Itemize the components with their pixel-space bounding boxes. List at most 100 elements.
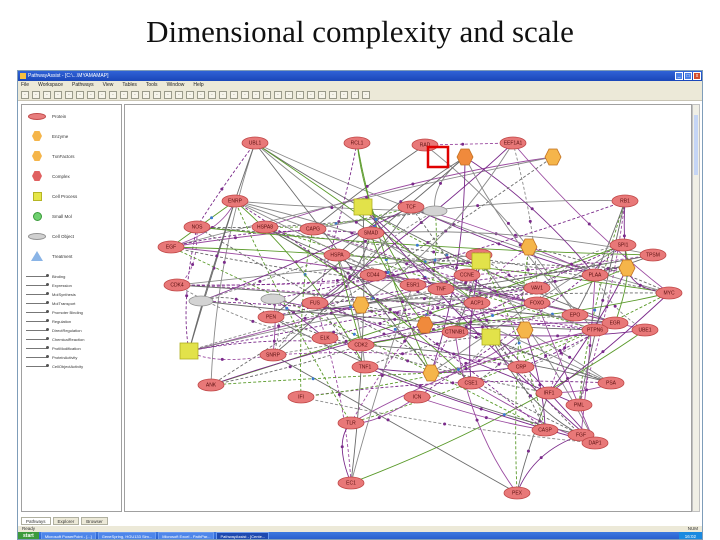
- scroll-thumb[interactable]: [694, 115, 698, 175]
- window-icon[interactable]: ·: [362, 90, 370, 99]
- relation-edge[interactable]: [185, 226, 198, 352]
- edge-marker: [528, 394, 532, 398]
- relation-edge[interactable]: [264, 156, 554, 228]
- relation-edge[interactable]: [490, 336, 582, 436]
- network-node-complex[interactable]: [456, 148, 474, 166]
- info-icon[interactable]: ·: [307, 90, 315, 99]
- zoom-in-icon[interactable]: ·: [120, 90, 128, 99]
- pathway-canvas[interactable]: UBL1 RCL1 RAD EEF1A1 ENRP TCF RB1 NOS HSPA8 CAPG S…: [124, 104, 692, 512]
- menu-window[interactable]: Window: [167, 81, 185, 89]
- paste-icon[interactable]: ·: [87, 90, 95, 99]
- close-button[interactable]: x: [693, 72, 701, 80]
- relation-edge[interactable]: [516, 434, 582, 494]
- options-icon[interactable]: ·: [351, 90, 359, 99]
- network-node-enzyme[interactable]: [520, 238, 538, 256]
- network-node-object[interactable]: [188, 295, 214, 307]
- forward-icon[interactable]: ·: [208, 90, 216, 99]
- taskbar-item-excel[interactable]: Microsoft Excel - PathPar...: [158, 532, 215, 539]
- relation-edge[interactable]: [516, 392, 550, 494]
- relation-edge[interactable]: [210, 142, 256, 386]
- node-label: CDK4: [170, 282, 184, 288]
- layout-icon[interactable]: ·: [153, 90, 161, 99]
- edge-marker: [464, 367, 468, 371]
- menu-view[interactable]: View: [103, 81, 114, 89]
- select-icon[interactable]: ·: [263, 90, 271, 99]
- relation-label: MolTransport: [52, 301, 76, 306]
- menu-file[interactable]: File: [21, 81, 29, 89]
- new-icon[interactable]: ·: [21, 90, 29, 99]
- relation-line: [26, 364, 49, 367]
- relation-label: Expression: [52, 283, 72, 288]
- menu-help[interactable]: Help: [193, 81, 203, 89]
- relation-label: ProtModification: [52, 346, 81, 351]
- tab-browser[interactable]: Browser: [81, 517, 108, 525]
- network-node-enzyme[interactable]: [352, 296, 370, 314]
- app-icon: [20, 73, 26, 79]
- hex-shape: [32, 131, 42, 141]
- pan-icon[interactable]: ·: [274, 90, 282, 99]
- filter-icon[interactable]: ·: [164, 90, 172, 99]
- open-icon[interactable]: ·: [32, 90, 40, 99]
- refresh-icon[interactable]: ·: [230, 90, 238, 99]
- network-node-enzyme[interactable]: [516, 321, 534, 339]
- vertical-scrollbar[interactable]: [692, 104, 700, 512]
- menu-pathways[interactable]: Pathways: [72, 81, 94, 89]
- back-icon[interactable]: ·: [197, 90, 205, 99]
- relation-edge[interactable]: [312, 144, 426, 230]
- grid-icon[interactable]: ·: [252, 90, 260, 99]
- start-button[interactable]: start: [18, 532, 39, 539]
- minimize-button[interactable]: _: [675, 72, 683, 80]
- zoom-out-icon[interactable]: ·: [131, 90, 139, 99]
- relation-label: Regulation: [52, 319, 72, 324]
- taskbar-item-pathwayassist[interactable]: PathwayAssist - [Cente...: [216, 532, 270, 539]
- export-icon[interactable]: ·: [285, 90, 293, 99]
- menu-tables[interactable]: Tables: [122, 81, 136, 89]
- network-node-object[interactable]: [422, 205, 448, 217]
- relation-edge[interactable]: [490, 336, 582, 436]
- network-node-enzyme[interactable]: [544, 148, 562, 166]
- relation-edge[interactable]: [272, 352, 522, 368]
- relation-edge[interactable]: [341, 422, 352, 484]
- link-icon[interactable]: ·: [318, 90, 326, 99]
- network-node-object[interactable]: [260, 293, 286, 305]
- home-icon[interactable]: ·: [219, 90, 227, 99]
- legend-symbol: [26, 111, 48, 121]
- undo-icon[interactable]: ·: [98, 90, 106, 99]
- save-icon[interactable]: ·: [43, 90, 51, 99]
- menu-workspace[interactable]: Workspace: [38, 81, 63, 89]
- tab-explorer[interactable]: Explorer: [52, 517, 80, 525]
- find-icon[interactable]: ·: [142, 90, 150, 99]
- copy-icon[interactable]: ·: [76, 90, 84, 99]
- relation-edge[interactable]: [196, 142, 256, 228]
- stop-icon[interactable]: ·: [241, 90, 249, 99]
- menu-tools[interactable]: Tools: [146, 81, 158, 89]
- network-node-complex[interactable]: [416, 316, 434, 334]
- relation-edge[interactable]: [416, 396, 546, 431]
- network-node-process[interactable]: [481, 328, 501, 346]
- taskbar-item-genespring[interactable]: GeneSpring, HGU133 Sim...: [97, 532, 157, 539]
- relation-edge[interactable]: [272, 298, 276, 356]
- network-node-process[interactable]: [353, 198, 373, 216]
- table-icon[interactable]: ·: [329, 90, 337, 99]
- network-graph[interactable]: UBL1 RCL1 RAD EEF1A1ENRPTCFRB1NOS HSPA8 CAPGS…: [125, 105, 692, 512]
- relation-edge[interactable]: [300, 380, 612, 398]
- redo-icon[interactable]: ·: [109, 90, 117, 99]
- window-titlebar[interactable]: PathwayAssist - [C:\...\MYAMAMAP] _ □ x: [18, 71, 702, 81]
- maximize-button[interactable]: □: [684, 72, 692, 80]
- help-icon[interactable]: ·: [186, 90, 194, 99]
- cut-icon[interactable]: ·: [65, 90, 73, 99]
- taskbar-item-powerpoint[interactable]: Microsoft PowerPoint - [...]: [40, 532, 96, 539]
- import-icon[interactable]: ·: [296, 90, 304, 99]
- print-icon[interactable]: ·: [54, 90, 62, 99]
- edge-marker: [330, 206, 334, 210]
- graph-icon[interactable]: ·: [340, 90, 348, 99]
- network-node-enzyme[interactable]: [618, 259, 636, 277]
- edge-marker: [558, 348, 562, 352]
- edge-marker: [526, 449, 530, 453]
- settings-icon[interactable]: ·: [175, 90, 183, 99]
- network-node-enzyme[interactable]: [422, 364, 440, 382]
- network-node-process[interactable]: [471, 252, 491, 270]
- tab-pathways[interactable]: Pathways: [21, 517, 51, 525]
- legend-relation: ProtModification: [26, 345, 81, 352]
- network-node-process[interactable]: [179, 342, 199, 360]
